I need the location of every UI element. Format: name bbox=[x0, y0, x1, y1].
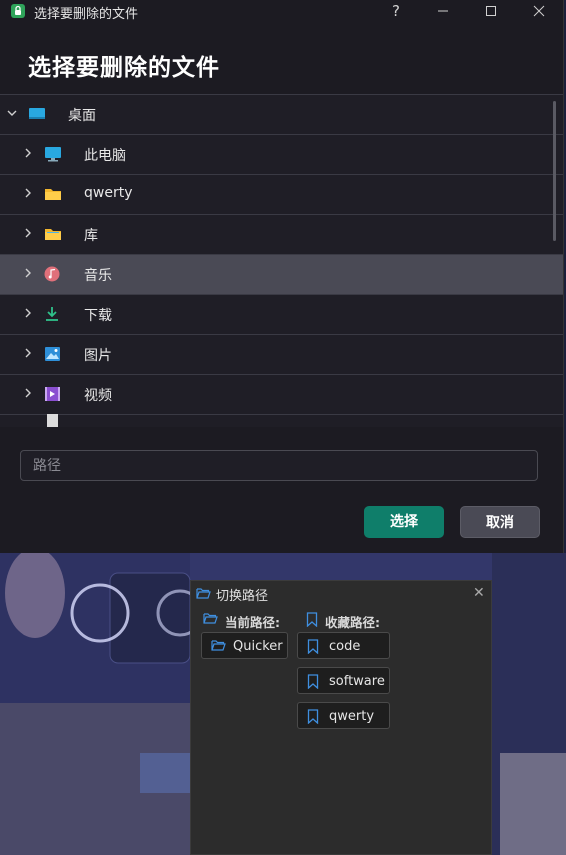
title-bar: 选择要删除的文件 ? bbox=[0, 0, 563, 22]
folder-icon bbox=[45, 189, 61, 200]
tree-item-this-pc[interactable]: 此电脑 bbox=[0, 135, 563, 175]
favorite-paths-label: 收藏路径: bbox=[325, 615, 380, 630]
chevron-right-icon[interactable] bbox=[22, 347, 34, 359]
chevron-right-icon[interactable] bbox=[22, 387, 34, 399]
tree-item-label: 桌面 bbox=[68, 108, 96, 124]
tree-item-label: 此电脑 bbox=[84, 148, 126, 164]
minimize-button[interactable] bbox=[420, 0, 466, 22]
select-button[interactable]: 选择 bbox=[364, 506, 444, 538]
tree-item-music[interactable]: 音乐 bbox=[0, 255, 563, 295]
tree-item-label: 下载 bbox=[84, 308, 112, 324]
current-path-label: 当前路径: bbox=[225, 615, 280, 630]
maximize-icon bbox=[486, 6, 496, 16]
tree-item-label: qwerty bbox=[84, 185, 133, 201]
file-picker-dialog: 选择要删除的文件 ? 选择要删除的文件 桌面 此电脑 qwerty 库 音乐 下… bbox=[0, 0, 564, 553]
close-icon bbox=[533, 5, 545, 17]
tree-item-partial[interactable] bbox=[0, 414, 563, 427]
current-path-item[interactable]: Quicker bbox=[201, 632, 288, 659]
app-lock-icon bbox=[10, 3, 26, 19]
bookmark-icon bbox=[307, 709, 319, 724]
cancel-button[interactable]: 取消 bbox=[460, 506, 540, 538]
bookmark-icon bbox=[307, 674, 319, 689]
folder-tree[interactable]: 桌面 此电脑 qwerty 库 音乐 下载 图片 视频 bbox=[0, 94, 563, 427]
chevron-right-icon[interactable] bbox=[22, 187, 34, 199]
document-icon bbox=[47, 414, 58, 427]
favorite-path-item[interactable]: qwerty bbox=[297, 702, 390, 729]
page-title: 选择要删除的文件 bbox=[28, 55, 220, 81]
maximize-button[interactable] bbox=[468, 0, 514, 22]
download-icon bbox=[46, 307, 58, 321]
video-icon bbox=[45, 387, 60, 401]
tree-item-pictures[interactable]: 图片 bbox=[0, 335, 563, 375]
window-title: 选择要删除的文件 bbox=[34, 7, 139, 22]
favorite-path-text: software bbox=[329, 674, 385, 689]
folder-icon bbox=[45, 229, 61, 240]
bookmark-icon bbox=[306, 612, 318, 627]
folder-open-icon bbox=[203, 613, 218, 624]
tree-item-label: 音乐 bbox=[84, 268, 112, 284]
favorite-path-text: code bbox=[329, 639, 361, 654]
bookmark-icon bbox=[307, 639, 319, 654]
tree-item-qwerty[interactable]: qwerty bbox=[0, 175, 563, 215]
chevron-right-icon[interactable] bbox=[22, 267, 34, 279]
panel-title: 切换路径 bbox=[216, 589, 269, 604]
tree-item-library[interactable]: 库 bbox=[0, 215, 563, 255]
switch-path-panel: 切换路径 ✕ 当前路径: 收藏路径: Quicker code software… bbox=[190, 580, 492, 855]
tree-item-desktop[interactable]: 桌面 bbox=[0, 95, 563, 135]
favorite-path-item[interactable]: code bbox=[297, 632, 390, 659]
tree-scrollbar[interactable] bbox=[553, 101, 556, 241]
folder-open-icon bbox=[196, 588, 211, 599]
chevron-right-icon[interactable] bbox=[22, 227, 34, 239]
favorite-path-item[interactable]: software bbox=[297, 667, 390, 694]
minimize-icon bbox=[438, 10, 448, 12]
tree-item-downloads[interactable]: 下载 bbox=[0, 295, 563, 335]
tree-item-videos[interactable]: 视频 bbox=[0, 375, 563, 415]
music-icon bbox=[44, 266, 60, 282]
close-button[interactable] bbox=[516, 0, 562, 22]
path-input[interactable] bbox=[20, 450, 538, 481]
favorite-path-text: qwerty bbox=[329, 709, 375, 724]
help-button[interactable]: ? bbox=[373, 0, 419, 22]
current-path-text: Quicker bbox=[233, 639, 283, 654]
picture-icon bbox=[45, 347, 60, 361]
desktop-icon bbox=[29, 108, 45, 119]
tree-item-label: 图片 bbox=[84, 348, 112, 364]
computer-icon bbox=[45, 147, 61, 162]
chevron-right-icon[interactable] bbox=[22, 307, 34, 319]
close-icon[interactable]: ✕ bbox=[473, 585, 485, 601]
chevron-right-icon[interactable] bbox=[22, 147, 34, 159]
tree-item-label: 视频 bbox=[84, 388, 112, 404]
folder-open-icon bbox=[211, 640, 226, 651]
tree-item-label: 库 bbox=[84, 228, 98, 244]
chevron-down-icon[interactable] bbox=[6, 107, 18, 119]
